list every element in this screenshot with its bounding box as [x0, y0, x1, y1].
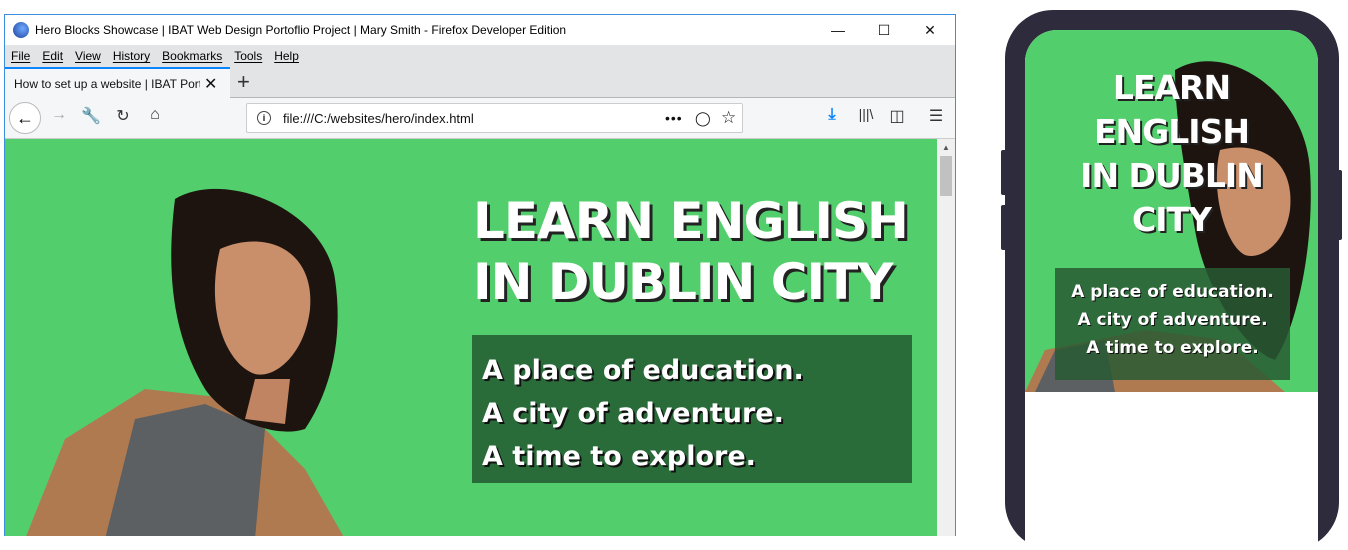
menu-tools[interactable]: Tools: [234, 49, 262, 63]
back-button[interactable]: ←: [9, 102, 41, 134]
pocket-icon[interactable]: ◯: [695, 110, 711, 127]
tagline-3: A time to explore.: [482, 441, 756, 472]
mobile-title-line: LEARN: [1112, 68, 1231, 107]
downloads-icon[interactable]: ⤓: [820, 106, 844, 124]
tagline-1: A place of education.: [482, 355, 804, 386]
mobile-tagline-2: A city of adventure.: [1077, 310, 1268, 330]
forward-button[interactable]: →: [47, 106, 71, 124]
tagline-2: A city of adventure.: [482, 398, 784, 429]
maximize-button[interactable]: ☐: [861, 15, 907, 45]
title-bar: Hero Blocks Showcase | IBAT Web Design P…: [5, 15, 955, 45]
phone-mockup: LEARN ENGLISH IN DUBLIN CITY A place of …: [1005, 10, 1339, 550]
more-actions-icon[interactable]: •••: [665, 110, 683, 126]
menu-bookmarks[interactable]: Bookmarks: [162, 49, 222, 63]
scrollbar[interactable]: ▲: [937, 139, 955, 536]
menu-bar: File Edit View History Bookmarks Tools H…: [5, 45, 955, 67]
tab-label: How to set up a website | IBAT Portoflio…: [14, 77, 200, 91]
hero-title-line1: LEARN ENGLISH: [473, 192, 909, 250]
tagline-box: A place of education. A city of adventur…: [472, 335, 912, 483]
library-icon[interactable]: |||\: [854, 106, 878, 122]
tab-bar: How to set up a website | IBAT Portoflio…: [5, 67, 955, 99]
mobile-hero-section: LEARN ENGLISH IN DUBLIN CITY A place of …: [1025, 30, 1318, 392]
nav-bar: ← → 🔧 ↻ ⌂ i file:///C:/websites/hero/ind…: [5, 98, 955, 139]
mobile-tagline-1: A place of education.: [1071, 282, 1274, 302]
mobile-hero-title: LEARN ENGLISH IN DUBLIN CITY: [1025, 66, 1318, 242]
tab-active[interactable]: How to set up a website | IBAT Portoflio…: [5, 67, 230, 99]
menu-help[interactable]: Help: [274, 49, 299, 63]
menu-edit[interactable]: Edit: [42, 49, 63, 63]
mobile-tagline-box: A place of education. A city of adventur…: [1055, 268, 1290, 380]
wrench-icon[interactable]: 🔧: [79, 106, 103, 126]
browser-window: Hero Blocks Showcase | IBAT Web Design P…: [4, 14, 956, 536]
info-icon[interactable]: i: [257, 111, 271, 125]
mobile-title-line: CITY: [1132, 200, 1212, 239]
bookmark-star-icon[interactable]: ☆: [721, 108, 736, 128]
mobile-tagline-3: A time to explore.: [1086, 338, 1259, 358]
menu-view[interactable]: View: [75, 49, 101, 63]
url-bar[interactable]: i file:///C:/websites/hero/index.html ••…: [246, 103, 743, 133]
scrollbar-thumb[interactable]: [940, 156, 952, 196]
menu-history[interactable]: History: [113, 49, 150, 63]
phone-screen: LEARN ENGLISH IN DUBLIN CITY A place of …: [1025, 30, 1318, 550]
hero-section: LEARN ENGLISH IN DUBLIN CITY A place of …: [5, 139, 937, 536]
menu-file[interactable]: File: [11, 49, 30, 63]
sidebar-icon[interactable]: ◫: [885, 106, 909, 126]
student-photo: [26, 188, 344, 536]
home-button[interactable]: ⌂: [143, 106, 167, 124]
hero-title-line2: IN DUBLIN CITY: [473, 253, 893, 311]
window-title: Hero Blocks Showcase | IBAT Web Design P…: [35, 23, 567, 37]
mobile-title-line: IN DUBLIN: [1080, 156, 1264, 195]
new-tab-button[interactable]: +: [237, 69, 250, 95]
mobile-title-line: ENGLISH: [1094, 112, 1250, 151]
close-tab-icon[interactable]: ✕: [204, 74, 217, 94]
url-text: file:///C:/websites/hero/index.html: [283, 110, 474, 126]
reload-button[interactable]: ↻: [111, 106, 135, 126]
scroll-up-icon[interactable]: ▲: [942, 143, 950, 152]
hamburger-menu-icon[interactable]: ☰: [924, 106, 948, 126]
firefox-logo-icon: [13, 22, 29, 38]
minimize-button[interactable]: —: [815, 15, 861, 45]
hero-title: LEARN ENGLISH IN DUBLIN CITY: [473, 191, 909, 313]
close-window-button[interactable]: ✕: [907, 15, 953, 45]
